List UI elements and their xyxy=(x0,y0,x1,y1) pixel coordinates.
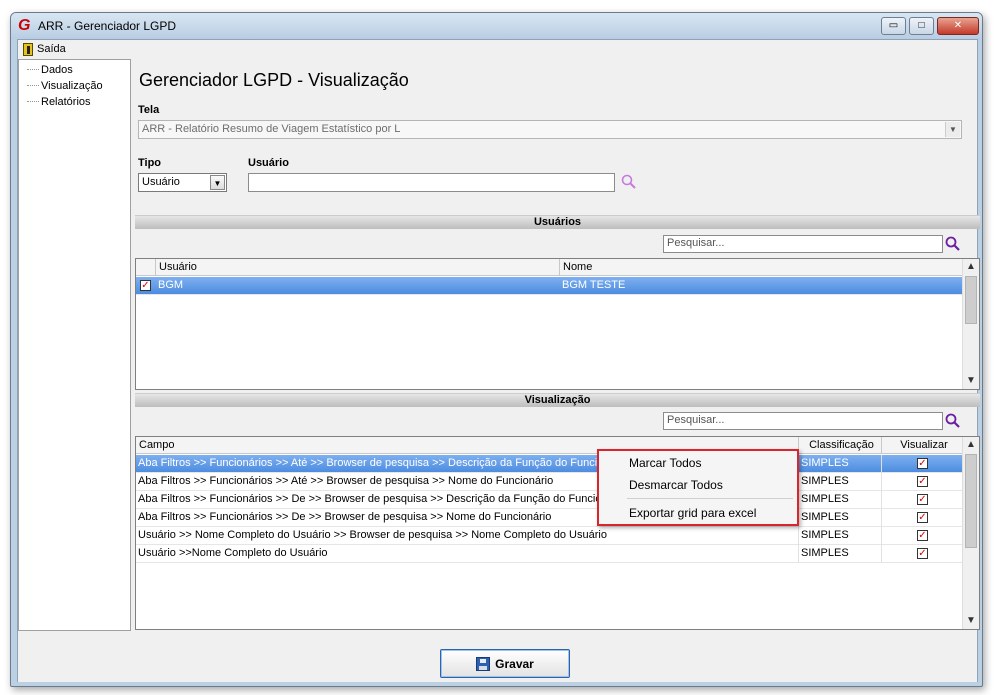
context-menu: Marcar Todos Desmarcar Todos Exportar gr… xyxy=(597,449,799,526)
visualizar-checkbox[interactable]: ✓ xyxy=(917,458,928,469)
cell-visualizar: ✓ xyxy=(882,545,964,563)
visualizar-checkbox[interactable]: ✓ xyxy=(917,494,928,505)
scroll-thumb[interactable] xyxy=(965,276,977,324)
menu-item-export-excel[interactable]: Exportar grid para excel xyxy=(629,503,756,523)
users-search-input[interactable]: Pesquisar... xyxy=(663,235,943,253)
scroll-thumb[interactable] xyxy=(965,454,977,548)
footer-bar: Gravar xyxy=(18,632,977,682)
cell-visualizar: ✓ xyxy=(882,527,964,545)
cell-classificacao: SIMPLES xyxy=(799,455,882,473)
menu-bar: Saída xyxy=(18,40,977,58)
cell-visualizar: ✓ xyxy=(882,455,964,473)
search-icon[interactable] xyxy=(944,412,962,430)
exit-menu-item[interactable]: Saída xyxy=(20,41,69,57)
cell-visualizar: ✓ xyxy=(882,491,964,509)
usuario-label: Usuário xyxy=(248,157,289,169)
cell-classificacao: SIMPLES xyxy=(799,509,882,527)
maximize-button[interactable]: □ xyxy=(909,17,934,35)
view-search-input[interactable]: Pesquisar... xyxy=(663,412,943,430)
tree-item-dados[interactable]: Dados xyxy=(27,62,73,77)
cell-classificacao: SIMPLES xyxy=(799,473,882,491)
visualizar-checkbox[interactable]: ✓ xyxy=(917,548,928,559)
app-logo-icon: G xyxy=(18,17,31,34)
view-vertical-scrollbar[interactable]: ▲ ▼ xyxy=(962,437,979,629)
tree-item-label: Visualização xyxy=(41,79,103,92)
tree-item-label: Relatórios xyxy=(41,95,91,108)
users-grid: Usuário Nome ✓ BGM BGM TESTE ▲ ▼ xyxy=(135,258,980,390)
window-title: ARR - Gerenciador LGPD xyxy=(38,19,177,33)
cell-campo: Usuário >>Nome Completo do Usuário xyxy=(136,545,799,563)
cell-classificacao: SIMPLES xyxy=(799,527,882,545)
table-row[interactable]: Aba Filtros >> Funcionários >> De >> Bro… xyxy=(136,491,964,509)
cell-classificacao: SIMPLES xyxy=(799,545,882,563)
title-bar: G ARR - Gerenciador LGPD ▭ □ ✕ xyxy=(11,13,982,39)
table-row[interactable]: Usuário >> Nome Completo do Usuário >> B… xyxy=(136,527,964,545)
exit-door-icon xyxy=(23,42,33,56)
tipo-label: Tipo xyxy=(138,157,162,169)
save-button[interactable]: Gravar xyxy=(440,649,570,678)
table-row[interactable]: Aba Filtros >> Funcionários >> Até >> Br… xyxy=(136,473,964,491)
visualizar-checkbox[interactable]: ✓ xyxy=(917,476,928,487)
navigation-tree: Dados Visualização Relatórios xyxy=(18,59,131,631)
row-checkbox[interactable]: ✓ xyxy=(140,280,151,291)
main-window: G ARR - Gerenciador LGPD ▭ □ ✕ Saída Dad… xyxy=(10,12,983,687)
tela-select-value: ARR - Relatório Resumo de Viagem Estatís… xyxy=(142,123,401,135)
menu-item-mark-all[interactable]: Marcar Todos xyxy=(629,453,701,473)
tree-item-visualizacao[interactable]: Visualização xyxy=(27,78,103,93)
floppy-disk-icon xyxy=(476,656,491,671)
search-icon[interactable] xyxy=(620,173,638,191)
tree-item-label: Dados xyxy=(41,63,73,76)
usuario-input[interactable] xyxy=(248,173,615,192)
cell-usuario: BGM xyxy=(158,279,184,291)
tree-connector xyxy=(27,69,39,70)
tree-item-relatorios[interactable]: Relatórios xyxy=(27,94,91,109)
column-header-usuario[interactable]: Usuário xyxy=(156,259,560,276)
tipo-select-value: Usuário xyxy=(142,176,180,188)
chevron-down-icon[interactable]: ▼ xyxy=(945,122,960,137)
users-section-header: Usuários xyxy=(135,215,980,229)
cell-visualizar: ✓ xyxy=(882,509,964,527)
view-grid: Campo Classificação Visualizar Aba Filtr… xyxy=(135,436,980,630)
tela-select[interactable]: ARR - Relatório Resumo de Viagem Estatís… xyxy=(138,120,962,139)
menu-item-unmark-all[interactable]: Desmarcar Todos xyxy=(629,475,723,495)
users-grid-header: Usuário Nome xyxy=(136,259,964,276)
tela-label: Tela xyxy=(138,104,160,116)
column-header-visualizar[interactable]: Visualizar xyxy=(882,437,964,454)
column-header-nome[interactable]: Nome xyxy=(560,259,964,276)
table-row[interactable]: Aba Filtros >> Funcionários >> De >> Bro… xyxy=(136,509,964,527)
minimize-button[interactable]: ▭ xyxy=(881,17,906,35)
tipo-select[interactable]: Usuário ▼ xyxy=(138,173,227,192)
save-button-label: Gravar xyxy=(495,656,534,671)
cell-visualizar: ✓ xyxy=(882,473,964,491)
view-grid-header: Campo Classificação Visualizar xyxy=(136,437,964,454)
menu-separator xyxy=(627,498,793,499)
table-row[interactable]: ✓ BGM BGM TESTE xyxy=(136,277,964,295)
table-row[interactable]: Usuário >>Nome Completo do Usuário SIMPL… xyxy=(136,545,964,563)
client-area: Saída Dados Visualização Relatórios Gere… xyxy=(17,39,980,682)
scroll-up-icon[interactable]: ▲ xyxy=(963,259,979,275)
view-section-header: Visualização xyxy=(135,393,980,407)
cell-nome: BGM TESTE xyxy=(562,279,626,291)
chevron-down-icon[interactable]: ▼ xyxy=(210,175,225,190)
search-icon[interactable] xyxy=(944,235,962,253)
table-row[interactable]: Aba Filtros >> Funcionários >> Até >> Br… xyxy=(136,455,964,473)
scroll-down-icon[interactable]: ▼ xyxy=(963,373,979,389)
close-button[interactable]: ✕ xyxy=(937,17,979,35)
cell-classificacao: SIMPLES xyxy=(799,491,882,509)
scroll-up-icon[interactable]: ▲ xyxy=(963,437,979,453)
tree-connector xyxy=(27,101,39,102)
visualizar-checkbox[interactable]: ✓ xyxy=(917,530,928,541)
exit-menu-label: Saída xyxy=(37,43,66,55)
column-header-classificacao[interactable]: Classificação xyxy=(799,437,882,454)
cell-campo: Usuário >> Nome Completo do Usuário >> B… xyxy=(136,527,799,545)
scroll-down-icon[interactable]: ▼ xyxy=(963,613,979,629)
users-vertical-scrollbar[interactable]: ▲ ▼ xyxy=(962,259,979,389)
users-check-column-header xyxy=(136,259,156,276)
visualizar-checkbox[interactable]: ✓ xyxy=(917,512,928,523)
main-panel: Gerenciador LGPD - Visualização Tela ARR… xyxy=(134,59,980,631)
tree-connector xyxy=(27,85,39,86)
page-title: Gerenciador LGPD - Visualização xyxy=(139,70,409,90)
